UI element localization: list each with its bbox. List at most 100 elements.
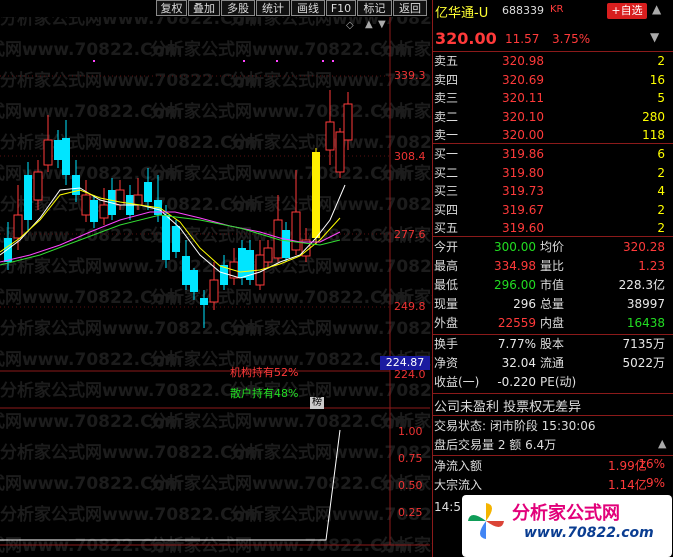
candle-body <box>99 204 109 219</box>
chevron-up-icon[interactable]: ▲ <box>652 2 661 16</box>
candlestick-chart[interactable] <box>0 0 432 557</box>
ask-price: 320.00 <box>502 128 544 142</box>
ranking-badge[interactable]: 榜 <box>310 397 324 409</box>
ask-price: 320.11 <box>502 91 544 105</box>
ask-volume: 5 <box>657 91 665 105</box>
candle-body <box>4 238 12 262</box>
stat-row: 外盘 22559 内盘 16438 <box>432 313 673 333</box>
stat-label: 内盘 <box>540 316 565 330</box>
candle-body <box>190 270 198 292</box>
stat-value: 38997 <box>626 297 665 311</box>
candle-body <box>13 214 23 239</box>
chevron-up-icon[interactable]: ▲ <box>658 437 666 450</box>
logo-url: www.70822.com <box>524 525 654 541</box>
ask-row: 卖五 320.98 2 <box>432 51 673 71</box>
stock-name: 亿华通-U <box>435 6 489 21</box>
signal-dots-group <box>93 60 334 62</box>
site-logo: 分析家公式网 www.70822.com <box>462 495 672 557</box>
bid-volume: 4 <box>657 184 665 198</box>
stat-label: 今开 <box>434 240 459 254</box>
stat-value: 22559 <box>497 316 536 330</box>
candle-body <box>343 103 353 141</box>
block-inflow-value: 1.14亿 <box>608 478 647 492</box>
stat-label: 最低 <box>434 278 459 292</box>
signal-dot <box>243 60 245 62</box>
bid-price: 319.80 <box>502 165 544 180</box>
ask-label: 卖三 <box>434 91 459 105</box>
ask-volume: 16 <box>649 72 665 87</box>
candle-body <box>162 215 170 260</box>
bid-label: 买一 <box>434 147 459 161</box>
add-watchlist-button[interactable]: +自选 <box>607 3 647 19</box>
indicator-label-4: 0.25 <box>398 506 423 519</box>
bid-label: 买二 <box>434 165 459 180</box>
signal-dot <box>332 60 334 62</box>
price-marker: 224.87 <box>380 356 430 370</box>
chevron-down-icon[interactable]: ▼ <box>650 30 659 44</box>
price-label-3: 277.6 <box>394 228 426 241</box>
ask-price: 320.69 <box>502 72 544 87</box>
stat-label: 市值 <box>540 278 565 292</box>
stat-label: 最高 <box>434 259 459 273</box>
candle-body <box>335 131 345 173</box>
pinwheel-icon <box>466 501 506 541</box>
price-label-2: 308.4 <box>394 150 426 163</box>
price-label-4: 249.8 <box>394 300 426 313</box>
net-inflow-pct: 16% <box>638 457 665 471</box>
candle-body <box>133 194 143 206</box>
bid-row: 买二 319.80 2 <box>432 163 673 183</box>
bid-price: 319.73 <box>502 184 544 198</box>
current-price: 320.00 <box>435 29 497 48</box>
candle-body <box>81 194 91 216</box>
stat-label: 均价 <box>540 240 565 254</box>
signal-dot <box>322 60 324 62</box>
stat-value: 228.3亿 <box>618 278 665 292</box>
stat-label: 现量 <box>434 297 459 311</box>
stat-label: 总量 <box>540 297 565 311</box>
stat-label: 净资 <box>434 356 459 370</box>
stat-row: 现量 296 总量 38997 <box>432 294 673 314</box>
ask-row: 卖三 320.11 5 <box>432 88 673 108</box>
stat-value: 296 <box>513 297 536 311</box>
ask-row: 卖四 320.69 16 <box>432 70 673 90</box>
bid-row: 买三 319.73 4 <box>432 181 673 201</box>
candle-body <box>43 139 53 166</box>
candles-group <box>4 90 353 328</box>
retail-holding-label: 散户持有48% <box>230 387 299 400</box>
bid-row: 买一 319.86 6 <box>432 144 673 164</box>
stat-label: 收益(一) <box>434 375 480 389</box>
candle-body <box>172 226 180 252</box>
candle-body <box>325 121 335 151</box>
indicator-label-1: 1.00 <box>398 425 423 438</box>
bid-volume: 2 <box>657 165 665 180</box>
ask-price: 320.10 <box>502 109 544 124</box>
after-hours-volume: 盘后交易量 2 额 6.4万 <box>434 438 557 452</box>
stock-code: 688339 <box>502 4 544 17</box>
logo-title: 分析家公式网 <box>512 503 620 524</box>
ask-label: 卖一 <box>434 128 459 142</box>
candle-body <box>238 248 246 278</box>
bid-price: 319.60 <box>502 221 544 235</box>
candle-body <box>144 182 152 202</box>
net-inflow-label: 净流入额 <box>434 459 483 473</box>
indicator-label-3: 0.50 <box>398 479 423 492</box>
stat-value: 16438 <box>626 316 665 330</box>
ask-volume: 280 <box>642 109 665 124</box>
company-notice: 公司未盈利 投票权无差异 <box>434 400 582 415</box>
indicator-label-2: 0.75 <box>398 452 423 465</box>
stat-label: PE(动) <box>540 375 577 389</box>
candle-body <box>291 211 301 251</box>
candle-body <box>200 298 208 305</box>
stat-value: 1.23 <box>638 259 665 273</box>
stat-label: 量比 <box>540 259 565 273</box>
ask-label: 卖二 <box>434 109 459 124</box>
stat-value: 7135万 <box>622 337 665 351</box>
ask-row: 卖二 320.10 280 <box>432 107 673 127</box>
bid-label: 买三 <box>434 184 459 198</box>
stat-value: 7.77% <box>497 337 536 351</box>
stat-row: 换手 7.77% 股本 7135万 <box>432 334 673 354</box>
bid-volume: 6 <box>657 147 665 161</box>
price-label-1: 339.3 <box>394 69 426 82</box>
stat-value: 5022万 <box>622 356 665 370</box>
candle-body <box>62 138 70 175</box>
